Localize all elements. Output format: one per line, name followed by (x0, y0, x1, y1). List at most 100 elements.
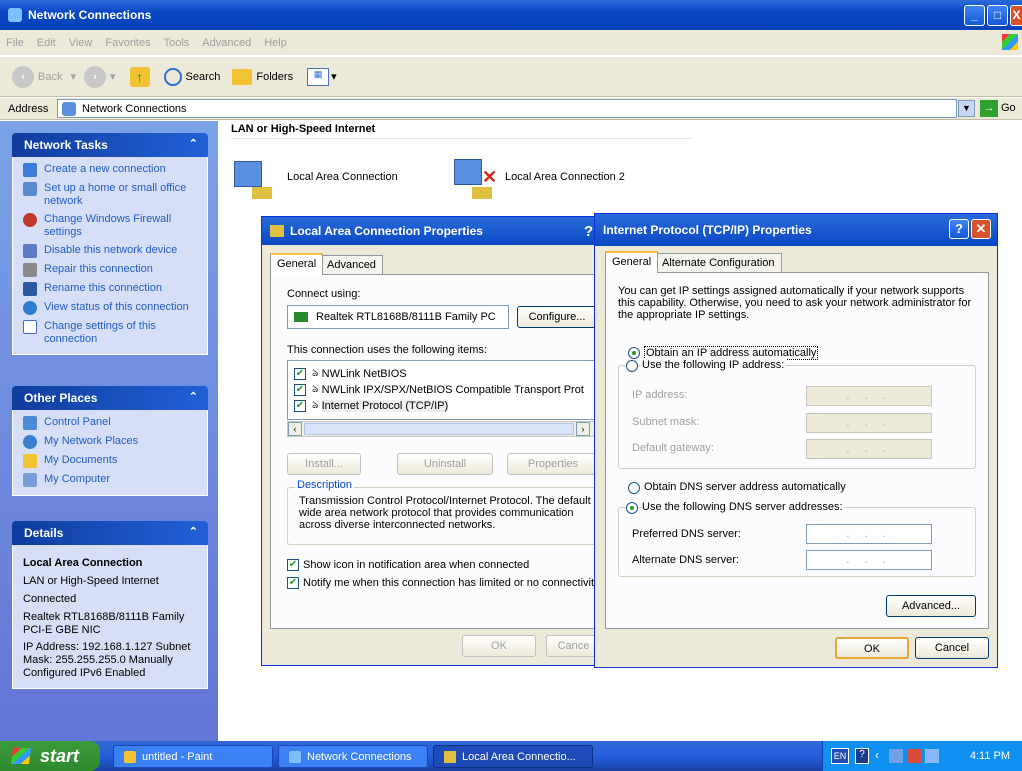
advanced-button[interactable]: Advanced... (886, 595, 976, 617)
folders-icon[interactable] (232, 68, 253, 85)
search-button[interactable]: Search (186, 71, 221, 83)
checkbox-checked[interactable]: ✔ (294, 383, 306, 396)
ok-button[interactable]: OK (835, 637, 909, 659)
lac-ok-button[interactable]: OK (462, 635, 536, 657)
menu-file[interactable]: File (6, 37, 24, 49)
collapse-chevron-icon[interactable]: ⌃ (189, 137, 198, 150)
conn1-label[interactable]: Local Area Connection (287, 171, 398, 183)
configure-button[interactable]: Configure... (517, 306, 597, 328)
tab-alternate-configuration[interactable]: Alternate Configuration (655, 253, 782, 273)
properties-button[interactable]: Properties (507, 453, 599, 475)
place-my-network[interactable]: My Network Places (23, 435, 197, 449)
network-tray-icon[interactable] (889, 749, 903, 763)
task-rename[interactable]: Rename this connection (23, 282, 197, 296)
task-home-network[interactable]: Set up a home or small office network (23, 182, 197, 208)
tab-general[interactable]: General (270, 253, 324, 275)
menu-favorites[interactable]: Favorites (105, 37, 150, 49)
task-view-status[interactable]: View status of this connection (23, 301, 197, 315)
alternate-dns-field[interactable]: . . . (806, 550, 932, 570)
tab-advanced[interactable]: Advanced (320, 255, 383, 275)
control-panel-icon (23, 416, 37, 430)
go-button[interactable]: Go (1001, 102, 1016, 114)
details-header[interactable]: Details ⌃ (12, 521, 208, 545)
list-item-selected[interactable]: ✔ ঌ Internet Protocol (TCP/IP) (294, 396, 449, 415)
display-tray-icon[interactable] (925, 749, 939, 763)
other-places-header[interactable]: Other Places ⌃ (12, 386, 208, 410)
place-my-documents[interactable]: My Documents (23, 454, 197, 468)
components-list[interactable]: ✔ ঌ NWLink NetBIOS ✔ ঌ NWLink IPX/SPX/NetBIO… (287, 360, 599, 420)
tcpip-dialog-title-bar[interactable]: Internet Protocol (TCP/IP) Properties ? … (595, 214, 997, 246)
obtain-ip-radio[interactable] (628, 347, 640, 359)
task-change-settings[interactable]: Change settings of this connection (23, 320, 197, 346)
up-folder-icon[interactable]: ↑ (129, 66, 150, 87)
use-ip-radio[interactable] (626, 360, 638, 372)
horizontal-scrollbar[interactable]: ‹ › (287, 421, 599, 437)
ip-address-field[interactable]: . . . (806, 386, 932, 406)
clock[interactable]: 4:11 PM (970, 750, 1010, 762)
task-firewall[interactable]: Change Windows Firewall settings (23, 213, 197, 239)
menu-help[interactable]: Help (264, 37, 287, 49)
show-icon-checkbox[interactable]: ✔ (287, 559, 299, 571)
minimize-button[interactable]: _ (964, 5, 985, 26)
window-title-bar[interactable]: Network Connections _ □ X (0, 0, 1022, 30)
back-button-label[interactable]: Back (38, 71, 62, 83)
maximize-button[interactable]: □ (987, 5, 1008, 26)
help-button[interactable]: ? (949, 219, 969, 239)
address-dropdown-icon[interactable]: ▼ (958, 100, 975, 117)
close-button[interactable]: ✕ (971, 219, 991, 239)
place-control-panel[interactable]: Control Panel (23, 416, 197, 430)
network-tasks-title: Network Tasks (24, 138, 108, 152)
menu-edit[interactable]: Edit (37, 37, 56, 49)
lac-cancel-button[interactable]: Cance (546, 635, 600, 657)
place-my-computer[interactable]: My Computer (23, 473, 197, 487)
scroll-left-icon[interactable]: ‹ (288, 422, 302, 436)
address-input[interactable]: Network Connections (57, 99, 957, 118)
help-icon[interactable]: ? (584, 223, 593, 240)
task-repair[interactable]: Repair this connection (23, 263, 197, 277)
folders-button[interactable]: Folders (256, 71, 293, 83)
collapse-chevron-icon[interactable]: ⌃ (189, 525, 198, 538)
collapse-chevron-icon[interactable]: ⌃ (189, 390, 198, 403)
views-icon[interactable]: ▦ (307, 67, 330, 86)
install-button[interactable]: Install... (287, 453, 361, 475)
menu-tools[interactable]: Tools (164, 37, 190, 49)
notify-checkbox[interactable]: ✔ (287, 577, 299, 589)
views-dropdown-icon[interactable]: ▾ (331, 70, 337, 83)
network-tasks-header[interactable]: Network Tasks ⌃ (12, 133, 208, 157)
menu-advanced[interactable]: Advanced (202, 37, 251, 49)
back-arrow-icon[interactable]: ‹ (12, 65, 34, 88)
checkbox-checked[interactable]: ✔ (294, 367, 306, 380)
taskbar-paint[interactable]: untitled - Paint (113, 745, 273, 768)
task-disable-device[interactable]: Disable this network device (23, 244, 197, 258)
network-alert-tray-icon[interactable] (907, 749, 921, 763)
taskbar-network-connections[interactable]: Network Connections (278, 745, 428, 768)
local-area-connection-2-item[interactable]: ✕ (452, 155, 498, 201)
cancel-button[interactable]: Cancel (915, 637, 989, 659)
conn2-label[interactable]: Local Area Connection 2 (505, 171, 625, 183)
taskbar-local-area-connection[interactable]: Local Area Connectio... (433, 745, 593, 768)
obtain-dns-radio[interactable] (628, 482, 640, 494)
subnet-mask-field[interactable]: . . . (806, 413, 932, 433)
default-gateway-field[interactable]: . . . (806, 439, 932, 459)
forward-arrow-icon[interactable]: › (84, 65, 106, 88)
start-button[interactable]: start (0, 741, 100, 771)
scroll-thumb[interactable] (304, 423, 574, 435)
preferred-dns-field[interactable]: . . . (806, 524, 932, 544)
local-area-connection-item[interactable] (232, 157, 276, 201)
search-icon[interactable] (163, 67, 182, 86)
uninstall-button[interactable]: Uninstall (397, 453, 493, 475)
help-tray-icon[interactable]: ? (855, 748, 869, 764)
close-button[interactable]: X (1010, 5, 1022, 26)
forward-dropdown-icon[interactable]: ▾ (110, 70, 116, 83)
scroll-right-icon[interactable]: › (576, 422, 590, 436)
use-dns-radio[interactable] (626, 502, 638, 514)
menu-view[interactable]: View (69, 37, 93, 49)
tab-general[interactable]: General (605, 251, 659, 273)
tray-expand-icon[interactable]: ‹ (875, 748, 879, 762)
checkbox-checked[interactable]: ✔ (294, 399, 306, 412)
language-indicator[interactable]: EN (831, 748, 849, 764)
back-dropdown-icon[interactable]: ▾ (70, 70, 76, 83)
lac-dialog-title-bar[interactable]: Local Area Connection Properties ? (262, 217, 600, 245)
go-arrow-icon[interactable]: → (980, 100, 998, 117)
task-create-connection[interactable]: Create a new connection (23, 163, 197, 177)
